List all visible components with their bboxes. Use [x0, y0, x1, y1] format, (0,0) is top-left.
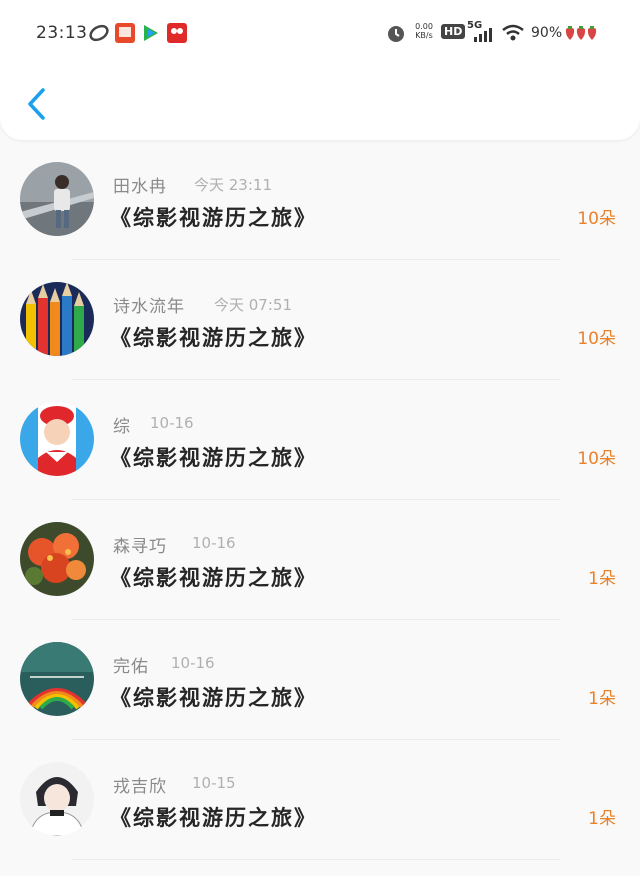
hd-badge: HD [441, 24, 466, 39]
battery-percent: 90% [531, 25, 563, 41]
gift-time: 今天 07:51 [214, 296, 292, 314]
top-header: 23:13 0.00 KB/s HD 5G 90% [0, 0, 640, 140]
sender-name[interactable]: 综 [113, 412, 131, 437]
list-item[interactable]: 森寻巧 10-16 《综影视游历之旅》 1朵 [0, 500, 640, 620]
avatar[interactable] [20, 402, 94, 476]
gift-time: 10-16 [171, 654, 215, 672]
gift-amount: 1朵 [588, 569, 616, 589]
list-item[interactable]: 完佑 10-16 《综影视游历之旅》 1朵 [0, 620, 640, 740]
network-speed-value: 0.00 [415, 22, 433, 31]
status-bar: 23:13 0.00 KB/s HD 5G 90% [0, 18, 640, 50]
app-logo-icon [88, 22, 110, 48]
gift-time: 10-15 [192, 774, 236, 792]
list-item[interactable]: 戎吉欣 10-15 《综影视游历之旅》 1朵 [0, 740, 640, 860]
alarm-icon [385, 22, 407, 48]
avatar[interactable] [20, 282, 94, 356]
back-button[interactable] [18, 84, 54, 124]
gift-time: 10-16 [150, 414, 194, 432]
gift-list: 田水冉 今天 23:11 《综影视游历之旅》 10朵 诗水流年 今天 07:51 [0, 140, 640, 860]
video-app-icon [140, 22, 162, 48]
network-speed-unit: KB/s [415, 31, 433, 40]
book-title[interactable]: 《综影视游历之旅》 [110, 442, 317, 472]
avatar[interactable] [20, 522, 94, 596]
divider [72, 859, 560, 860]
avatar[interactable] [20, 762, 94, 836]
sender-name[interactable]: 森寻巧 [113, 532, 167, 557]
list-item[interactable]: 综 10-16 《综影视游历之旅》 10朵 [0, 380, 640, 500]
sender-name[interactable]: 诗水流年 [113, 292, 185, 317]
status-time: 23:13 [36, 23, 88, 43]
list-item[interactable]: 诗水流年 今天 07:51 《综影视游历之旅》 10朵 [0, 260, 640, 380]
shopping-app-icon [166, 22, 188, 48]
gift-amount: 1朵 [588, 809, 616, 829]
gift-amount: 10朵 [577, 449, 616, 469]
chevron-left-icon [28, 88, 45, 120]
book-title[interactable]: 《综影视游历之旅》 [110, 322, 317, 352]
sender-name[interactable]: 戎吉欣 [113, 772, 167, 797]
gift-amount: 10朵 [577, 209, 616, 229]
gift-time: 10-16 [192, 534, 236, 552]
strawberry-battery-icon [565, 25, 599, 45]
wifi-icon [501, 22, 525, 48]
sender-name[interactable]: 田水冉 [113, 172, 167, 197]
taobao-app-icon [114, 22, 136, 48]
gift-amount: 1朵 [588, 689, 616, 709]
book-title[interactable]: 《综影视游历之旅》 [110, 682, 317, 712]
signal-icon [470, 22, 494, 48]
sender-name[interactable]: 完佑 [113, 652, 149, 677]
avatar[interactable] [20, 162, 94, 236]
book-title[interactable]: 《综影视游历之旅》 [110, 202, 317, 232]
gift-time: 今天 23:11 [194, 176, 272, 194]
avatar[interactable] [20, 642, 94, 716]
book-title[interactable]: 《综影视游历之旅》 [110, 802, 317, 832]
book-title[interactable]: 《综影视游历之旅》 [110, 562, 317, 592]
network-speed: 0.00 KB/s [414, 22, 434, 40]
list-item[interactable]: 田水冉 今天 23:11 《综影视游历之旅》 10朵 [0, 140, 640, 260]
gift-amount: 10朵 [577, 329, 616, 349]
